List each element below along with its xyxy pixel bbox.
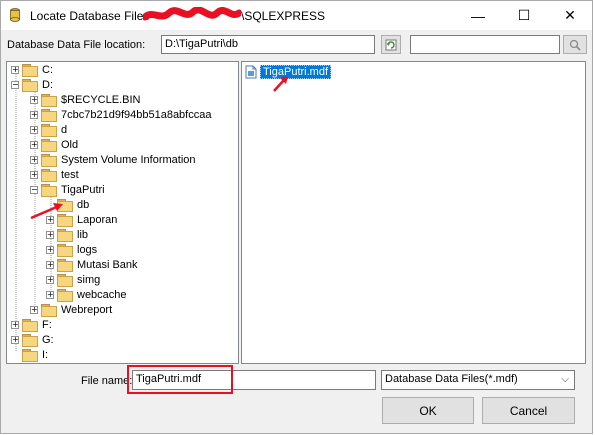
location-field[interactable]: D:\TigaPutri\db <box>161 35 375 54</box>
file-type-value: Database Data Files(*.mdf) <box>385 373 518 385</box>
redaction-scribble <box>143 7 241 21</box>
search-field[interactable] <box>410 35 560 54</box>
close-icon: ✕ <box>564 7 576 23</box>
locate-database-files-dialog: Locate Database Files - \SQLEXPRESS — ☐ … <box>0 0 593 434</box>
folder-icon <box>41 184 57 197</box>
folder-icon <box>57 244 73 257</box>
folder-tree[interactable]: + C: − D: + $RECYCLE.BIN +7cbc7b21d9f94bb51… <box>6 61 239 364</box>
expand-icon[interactable]: + <box>46 231 54 239</box>
expand-icon[interactable]: + <box>30 111 38 119</box>
tree-node[interactable]: + lib <box>46 228 88 242</box>
folder-icon <box>41 304 57 317</box>
tree-node[interactable]: + Old <box>30 138 78 152</box>
folder-icon <box>41 109 57 122</box>
tree-node[interactable]: − D: <box>11 78 53 92</box>
search-icon <box>569 39 581 51</box>
location-label: Database Data File location: <box>7 39 146 51</box>
refresh-button[interactable] <box>381 35 401 54</box>
tree-node[interactable]: + G: <box>11 333 54 347</box>
ok-button[interactable]: OK <box>382 397 474 424</box>
expand-icon[interactable]: + <box>30 126 38 134</box>
expand-icon[interactable]: + <box>11 336 19 344</box>
folder-icon <box>41 94 57 107</box>
tree-node[interactable]: + System Volume Information <box>30 153 196 167</box>
minimize-button[interactable]: — <box>455 1 501 30</box>
expand-icon[interactable]: + <box>30 306 38 314</box>
folder-icon <box>41 139 57 152</box>
drive-icon <box>22 64 38 77</box>
tree-node[interactable]: + F: <box>11 318 52 332</box>
annotation-arrow-icon <box>273 76 288 92</box>
window-title-suffix: \SQLEXPRESS <box>241 9 326 23</box>
tree-node[interactable]: +7cbc7b21d9f94bb51a8abfccaa <box>30 108 211 122</box>
chevron-down-icon: ⌵ <box>561 374 569 385</box>
annotation-arrow-icon <box>30 203 63 220</box>
drive-icon <box>22 334 38 347</box>
tree-node[interactable]: + test <box>30 168 79 182</box>
maximize-button[interactable]: ☐ <box>501 1 547 30</box>
annotation-highlight-box <box>127 365 233 394</box>
minimize-icon: — <box>471 7 485 24</box>
expand-icon[interactable]: + <box>30 156 38 164</box>
tree-node[interactable]: + logs <box>46 243 97 257</box>
tree-node[interactable]: + $RECYCLE.BIN <box>30 93 140 107</box>
filename-label: File name: <box>81 375 133 387</box>
file-icon <box>245 65 257 79</box>
search-button[interactable] <box>563 35 587 54</box>
expand-icon[interactable]: + <box>46 246 54 254</box>
close-button[interactable]: ✕ <box>547 1 593 30</box>
tree-node[interactable]: − TigaPutri <box>30 183 105 197</box>
collapse-icon[interactable]: − <box>11 81 19 89</box>
folder-icon <box>57 289 73 302</box>
folder-icon <box>41 169 57 182</box>
window-title: Locate Database Files - <box>30 9 157 23</box>
file-list[interactable]: TigaPutri.mdf <box>241 61 586 364</box>
expand-icon[interactable]: + <box>46 276 54 284</box>
collapse-icon[interactable]: − <box>30 186 38 194</box>
tree-node[interactable]: + C: <box>11 63 53 77</box>
tree-node[interactable]: + Webreport <box>30 303 112 317</box>
folder-icon <box>57 229 73 242</box>
expand-icon[interactable]: + <box>11 321 19 329</box>
tree-node[interactable]: + d <box>30 123 67 137</box>
expand-icon[interactable]: + <box>30 96 38 104</box>
tree-node[interactable]: + simg <box>46 273 100 287</box>
drive-icon <box>22 319 38 332</box>
folder-icon <box>41 124 57 137</box>
folder-icon <box>41 154 57 167</box>
drive-icon <box>22 349 38 362</box>
maximize-icon: ☐ <box>517 7 531 23</box>
refresh-icon <box>385 39 397 50</box>
tree-node[interactable]: + webcache <box>46 288 127 302</box>
expand-icon[interactable]: + <box>30 171 38 179</box>
expand-icon[interactable]: + <box>46 261 54 269</box>
file-type-dropdown[interactable]: Database Data Files(*.mdf) ⌵ <box>381 370 575 390</box>
expand-icon[interactable]: + <box>11 66 19 74</box>
tree-node[interactable]: + Mutasi Bank <box>46 258 138 272</box>
folder-icon <box>57 274 73 287</box>
expand-icon[interactable]: + <box>46 291 54 299</box>
title-bar[interactable]: Locate Database Files - \SQLEXPRESS — ☐ … <box>1 1 592 30</box>
drive-icon <box>22 79 38 92</box>
tree-node[interactable]: I: <box>11 348 48 362</box>
folder-icon <box>57 259 73 272</box>
cancel-button[interactable]: Cancel <box>482 397 575 424</box>
expand-icon[interactable]: + <box>30 141 38 149</box>
database-icon <box>10 8 20 22</box>
